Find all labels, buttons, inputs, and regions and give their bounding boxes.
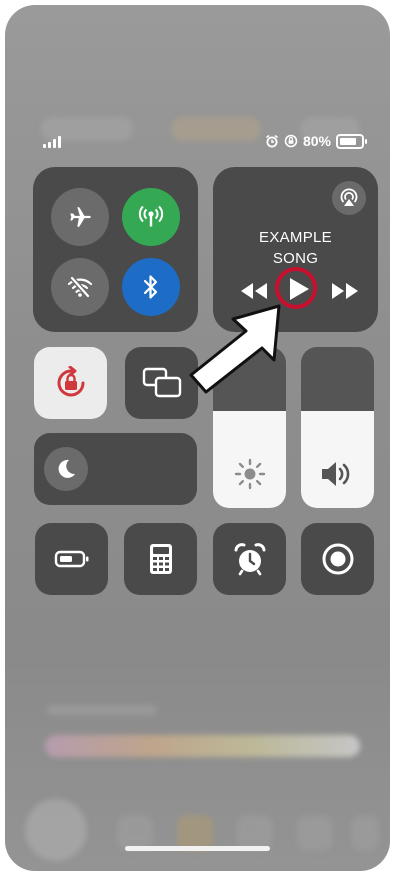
calculator-icon <box>149 544 172 574</box>
screen-mirroring-icon <box>142 367 182 398</box>
airplane-mode-button[interactable] <box>51 188 109 246</box>
background-dock-item <box>297 815 333 851</box>
airplay-icon <box>340 188 358 206</box>
low-power-mode-button[interactable] <box>35 523 108 595</box>
alarm-button[interactable] <box>213 523 286 595</box>
orientation-lock-status-icon <box>284 134 298 148</box>
airplay-button[interactable] <box>332 181 366 215</box>
battery-icon <box>336 133 367 149</box>
background-dock-item <box>351 815 379 851</box>
focus-moon-circle <box>44 447 88 491</box>
battery-percent: 80% <box>302 133 331 149</box>
song-title-line1: EXAMPLE <box>259 229 332 246</box>
song-title-line2: SONG <box>272 250 319 267</box>
fast-forward-icon[interactable] <box>331 282 359 300</box>
screen-mirroring-button[interactable] <box>125 347 198 419</box>
playback-controls <box>213 267 378 309</box>
alarm-status-icon <box>265 134 278 148</box>
brightness-icon <box>234 458 266 490</box>
background-color-slider <box>45 735 360 757</box>
wifi-button[interactable] <box>51 258 109 316</box>
cellular-signal-icon <box>43 136 61 148</box>
background-label <box>47 705 157 715</box>
play-button-highlight[interactable] <box>275 267 317 309</box>
calculator-button[interactable] <box>124 523 197 595</box>
wifi-off-icon <box>67 276 93 298</box>
status-bar: 80% <box>5 133 390 153</box>
airplane-icon <box>70 207 91 227</box>
volume-icon <box>322 462 350 486</box>
status-right: 80% <box>265 133 367 149</box>
song-title: EXAMPLE SONG <box>213 227 378 269</box>
play-icon <box>290 278 309 300</box>
volume-slider[interactable] <box>301 347 374 508</box>
rotation-lock-icon <box>57 366 85 397</box>
screen-recording-button[interactable] <box>301 523 374 595</box>
moon-icon <box>58 459 75 478</box>
background-dock-button <box>25 799 87 861</box>
record-icon <box>322 543 353 575</box>
bluetooth-icon <box>143 275 158 299</box>
bluetooth-button[interactable] <box>122 258 180 316</box>
cellular-icon <box>138 205 164 227</box>
focus-button[interactable] <box>34 433 197 505</box>
alarm-icon <box>234 543 265 576</box>
now-playing-panel[interactable]: EXAMPLE SONG <box>213 167 378 332</box>
battery-icon <box>54 550 88 568</box>
brightness-slider[interactable] <box>213 347 286 508</box>
rotation-lock-button[interactable] <box>34 347 107 419</box>
connectivity-panel[interactable] <box>33 167 198 332</box>
phone-screen: 80% EXAMPLE SONG <box>5 5 390 871</box>
rewind-icon[interactable] <box>240 282 268 300</box>
cellular-data-button[interactable] <box>122 188 180 246</box>
home-indicator[interactable] <box>125 846 270 851</box>
